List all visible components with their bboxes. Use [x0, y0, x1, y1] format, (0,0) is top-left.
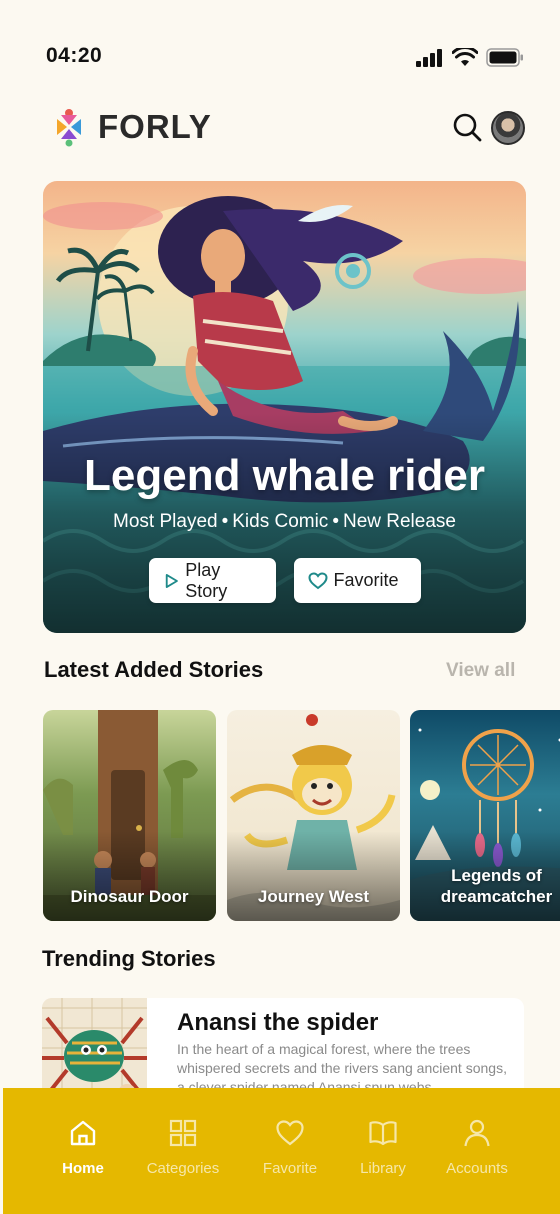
book-icon: [369, 1121, 397, 1146]
tag-separator: •: [221, 511, 229, 532]
featured-story-tags: Most Played • Kids Comic • New Release: [43, 511, 526, 533]
cellular-signal-icon: [416, 48, 442, 67]
play-story-label: Play Story: [185, 559, 228, 601]
story-tag: New Release: [342, 511, 456, 532]
status-icons: [416, 48, 524, 67]
home-icon: [70, 1120, 96, 1146]
app-name: FORLY: [98, 108, 212, 145]
story-card[interactable]: Legends of dreamcatcher: [410, 710, 560, 921]
favorite-label: Favorite: [333, 570, 399, 590]
play-story-button[interactable]: Play Story: [148, 558, 276, 603]
view-all-link[interactable]: View all: [446, 660, 515, 682]
heart-icon: [276, 1120, 304, 1146]
story-card[interactable]: Dinosaur Door: [43, 710, 216, 921]
nav-label: Home: [62, 1160, 104, 1177]
story-card-title: Legends of dreamcatcher: [440, 866, 553, 906]
search-icon[interactable]: [452, 112, 482, 142]
heart-icon: [307, 571, 328, 589]
featured-story-title: Legend whale rider: [84, 451, 485, 500]
user-avatar[interactable]: [491, 111, 525, 145]
latest-stories-title: Latest Added Stories: [44, 657, 264, 682]
play-icon: [165, 573, 178, 588]
bottom-navigation: Home Categories Favorite Library Account…: [3, 1088, 560, 1214]
story-card-title: Journey West: [257, 887, 370, 906]
nav-item-favorite[interactable]: Favorite: [240, 1118, 340, 1177]
story-card[interactable]: Journey West: [227, 710, 400, 921]
featured-story-actions: Play Story Favorite: [43, 558, 526, 603]
nav-label: Accounts: [446, 1160, 508, 1177]
story-tag: Kids Comic: [232, 511, 329, 532]
nav-item-accounts[interactable]: Accounts: [427, 1118, 527, 1177]
app-header: FORLY: [0, 100, 560, 160]
nav-item-home[interactable]: Home: [33, 1118, 133, 1177]
trending-stories-title: Trending Stories: [42, 946, 216, 971]
grid-icon: [169, 1119, 197, 1147]
nav-label: Categories: [146, 1160, 220, 1177]
nav-label: Favorite: [262, 1160, 318, 1177]
story-tag: Most Played: [113, 511, 218, 532]
latest-stories-carousel[interactable]: Dinosaur Door Journey West Legends of dr…: [43, 710, 560, 922]
battery-icon: [486, 48, 523, 67]
status-time: 04:20: [46, 44, 103, 67]
story-card-title: Dinosaur Door: [70, 887, 189, 906]
status-bar: 04:20: [0, 0, 560, 110]
user-icon: [464, 1119, 490, 1147]
nav-item-categories[interactable]: Categories: [133, 1118, 233, 1177]
logo-icon: [57, 109, 81, 147]
nav-label: Library: [360, 1160, 406, 1177]
app-logo[interactable]: FORLY: [48, 106, 212, 148]
tag-separator: •: [332, 511, 339, 532]
trending-story-title: Anansi the spider: [177, 1009, 379, 1036]
favorite-button[interactable]: Favorite: [293, 558, 421, 603]
featured-story-banner[interactable]: Legend whale rider Most Played • Kids Comi…: [43, 181, 526, 633]
wifi-icon: [452, 48, 478, 66]
nav-item-library[interactable]: Library: [333, 1118, 433, 1177]
